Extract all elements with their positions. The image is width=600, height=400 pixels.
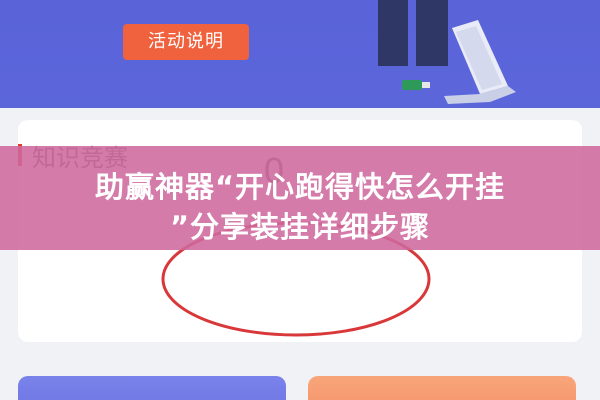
banner-title-line-2: ”分享装挂详细步骤 bbox=[169, 210, 431, 244]
entry-card-right[interactable] bbox=[308, 376, 576, 400]
overlay-title-banner: 助赢神器“开心跑得快怎么开挂 ”分享装挂详细步骤 bbox=[0, 146, 600, 250]
hero-banner: 活动说明 bbox=[0, 0, 600, 108]
banner-title-line-1: 助赢神器“开心跑得快怎么开挂 bbox=[94, 170, 506, 204]
illustration bbox=[378, 0, 516, 104]
laptop-icon bbox=[444, 20, 516, 104]
entry-card-left[interactable] bbox=[18, 376, 286, 400]
person-leg-right bbox=[416, 0, 448, 66]
person-leg-left bbox=[378, 0, 408, 66]
activity-description-button[interactable]: 活动说明 bbox=[123, 24, 249, 60]
usb-drive-icon bbox=[402, 80, 430, 90]
